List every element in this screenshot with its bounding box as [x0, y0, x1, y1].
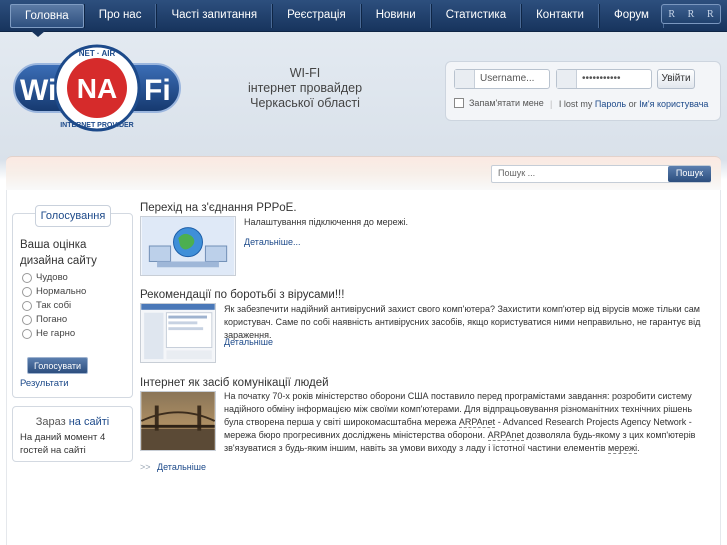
poll-option-label: Чудово — [36, 272, 68, 283]
article-title[interactable]: Рекомендації по боротьбі з вірусами!!! — [140, 289, 344, 301]
nav-item-contacts[interactable]: Контакти — [521, 4, 599, 28]
online-title: Зараз на сайті — [13, 416, 132, 428]
read-more-link[interactable]: Детальніше... — [244, 237, 300, 247]
password-field[interactable]: ••••••••••• — [556, 69, 652, 89]
user-icon — [455, 70, 475, 88]
logo-center-text: NA — [77, 73, 117, 104]
logo-top-text: NET · AIR — [79, 49, 116, 58]
poll-question: Ваша оцінка дизайна сайту — [20, 239, 97, 267]
read-more-link[interactable]: Детальніше — [157, 462, 206, 472]
radio-icon[interactable] — [22, 314, 32, 325]
poll-option[interactable]: Так собі — [22, 300, 71, 311]
login-panel: Username... ••••••••••• Увійти Запам'ята… — [445, 61, 721, 121]
radio-icon[interactable] — [22, 300, 32, 311]
poll-option[interactable]: Чудово — [22, 272, 68, 283]
font-size-small-button[interactable]: R — [707, 9, 714, 20]
online-title-a: Зараз — [35, 416, 66, 428]
online-title-b: на сайті — [68, 416, 110, 428]
article-text: Як забезпечити надійний антивірусний зах… — [224, 304, 701, 340]
poll-option-label: Так собі — [36, 300, 72, 311]
font-size-controls: R R R — [661, 4, 721, 24]
double-chevron-icon: >> — [140, 462, 151, 472]
nav-items: Головна Про нас Часті запитання Реєстрац… — [10, 4, 664, 28]
network-link[interactable]: мережі — [608, 443, 638, 454]
font-size-medium-button[interactable]: R — [688, 9, 695, 20]
article-text: Налаштування підключення до мережі. — [244, 217, 409, 227]
slogan-line-2: інтернет провайдер — [247, 81, 363, 95]
login-submit-button[interactable]: Увійти — [657, 69, 695, 89]
font-size-large-button[interactable]: R — [668, 9, 675, 20]
wifi-logo[interactable]: NA Wi Fi NET · AIR INTERNET PROVIDER — [12, 44, 182, 132]
poll-results-link[interactable]: Результати — [20, 378, 69, 389]
nav-item-about[interactable]: Про нас — [83, 4, 157, 28]
lost-or: or — [628, 99, 637, 109]
poll-option-label: Нормально — [36, 286, 87, 297]
arpanet-link[interactable]: ARPAnet — [487, 430, 525, 441]
top-navigation: Головна Про нас Часті запитання Реєстрац… — [0, 0, 727, 37]
antivirus-screenshot-image — [140, 303, 216, 363]
lost-password-link[interactable]: Пароль — [595, 99, 626, 109]
online-text: На даний момент 4 гостей на сайті — [20, 432, 106, 456]
site-slogan: WI-FI інтернет провайдер Черкаської обла… — [230, 66, 380, 111]
username-field[interactable]: Username... — [454, 69, 550, 89]
article-text: На початку 70-х років міністерство оборо… — [224, 390, 714, 455]
online-module: Зараз на сайті На даний момент 4 гостей … — [12, 406, 133, 462]
read-more-link[interactable]: Детальніше — [224, 337, 273, 347]
remember-me[interactable]: Запам'ятати мене — [454, 98, 544, 108]
arpanet-link[interactable]: ARPAnet — [458, 417, 496, 428]
lock-icon — [557, 70, 577, 88]
lost-credentials: | I lost my Пароль or Ім'я користувача — [550, 99, 709, 109]
nav-item-forum[interactable]: Форум — [598, 4, 664, 28]
network-globe-image — [140, 216, 236, 276]
password-value: ••••••••••• — [582, 73, 621, 84]
logo-right-text: Fi — [144, 74, 171, 107]
nav-item-registration[interactable]: Реєстрація — [272, 4, 361, 28]
poll-option-label: Не гарно — [36, 328, 76, 339]
poll-title: Голосування — [35, 205, 111, 227]
username-placeholder: Username... — [480, 73, 535, 84]
search-box: Пошук ... Пошук — [491, 165, 711, 183]
poll-option[interactable]: Не гарно — [22, 328, 75, 339]
vote-button[interactable]: Голосувати — [27, 357, 88, 374]
nav-item-home[interactable]: Головна — [10, 4, 84, 28]
radio-icon[interactable] — [22, 286, 32, 297]
article-text-part: . — [637, 443, 640, 453]
poll-option[interactable]: Погано — [22, 314, 67, 325]
remember-checkbox[interactable] — [454, 98, 464, 108]
bridge-photo-image — [140, 391, 216, 451]
radio-icon[interactable] — [22, 328, 32, 339]
radio-icon[interactable] — [22, 272, 32, 283]
logo-left-text: Wi — [20, 74, 56, 107]
remember-label: Запам'ятати мене — [469, 98, 544, 108]
slogan-line-1: WI-FI — [289, 66, 321, 80]
search-button[interactable]: Пошук — [668, 166, 711, 182]
article-title[interactable]: Перехід на з'єднання PPPoE. — [140, 202, 297, 214]
active-caret-icon — [31, 31, 45, 37]
lost-prefix: I lost my — [558, 99, 593, 109]
nav-item-statistics[interactable]: Статистика — [430, 4, 522, 28]
nav-item-news[interactable]: Новини — [360, 4, 431, 28]
search-input[interactable]: Пошук ... — [498, 168, 535, 178]
slogan-line-3: Черкаської області — [250, 96, 360, 110]
poll-option[interactable]: Нормально — [22, 286, 86, 297]
poll-option-label: Погано — [36, 314, 68, 325]
nav-item-faq[interactable]: Часті запитання — [156, 4, 273, 28]
logo-bottom-text: INTERNET PROVIDER — [60, 122, 134, 129]
lost-username-link[interactable]: Ім'я користувача — [639, 99, 708, 109]
poll-module: Голосування Ваша оцінка дизайна сайту Чу… — [12, 205, 133, 398]
article-title[interactable]: Інтернет як засіб комунікації людей — [140, 377, 329, 389]
